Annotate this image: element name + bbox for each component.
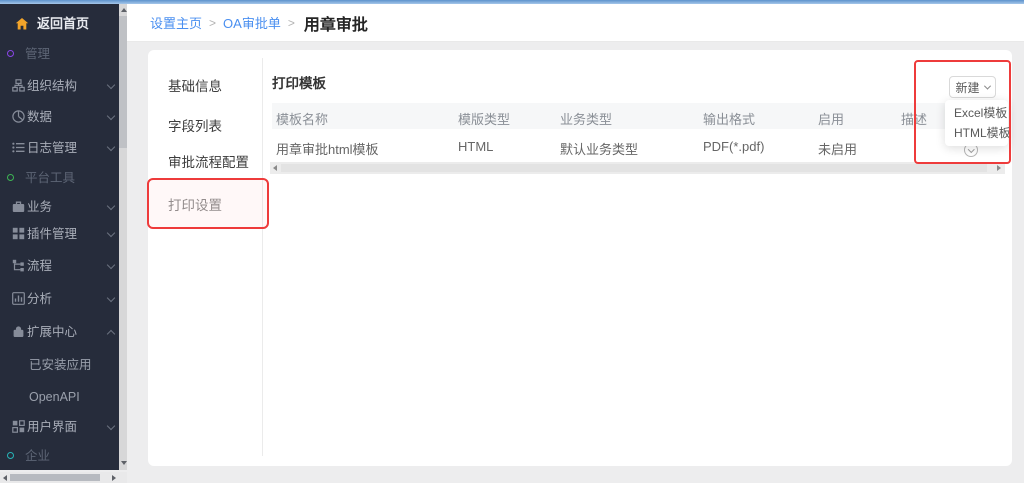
chart-icon bbox=[12, 292, 25, 305]
ring-teal-icon bbox=[7, 452, 14, 459]
sidebar-item-label: 日志管理 bbox=[27, 140, 77, 156]
breadcrumb-separator: > bbox=[288, 16, 295, 30]
sidebar-vertical-scrollbar-thumb[interactable] bbox=[119, 16, 127, 148]
chevron-down-icon bbox=[107, 261, 115, 269]
sidebar-item-label: 管理 bbox=[25, 46, 50, 62]
chevron-down-icon bbox=[983, 82, 990, 89]
col-header-template-type: 模版类型 bbox=[458, 109, 510, 128]
tab-approval-flow[interactable]: 审批流程配置 bbox=[168, 155, 249, 171]
breadcrumb-separator: > bbox=[209, 16, 216, 30]
chevron-down-icon bbox=[107, 143, 115, 151]
flow-icon bbox=[12, 259, 25, 272]
chevron-up-icon bbox=[107, 330, 115, 338]
sidebar-item-shuju[interactable]: 数据 bbox=[0, 109, 119, 125]
tab-basic-info[interactable]: 基础信息 bbox=[168, 79, 222, 95]
sidebar-item-openapi[interactable]: OpenAPI bbox=[0, 389, 119, 405]
sidebar-item-liucheng[interactable]: 流程 bbox=[0, 258, 119, 274]
sidebar-back-home[interactable]: 返回首页 bbox=[0, 16, 119, 32]
home-icon bbox=[15, 17, 29, 31]
sidebar-item-yonghujiemian[interactable]: 用户界面 bbox=[0, 419, 119, 435]
sidebar-item-installed-apps[interactable]: 已安装应用 bbox=[0, 357, 119, 373]
tab-print-settings[interactable]: 打印设置 bbox=[168, 198, 222, 214]
new-button[interactable]: 新建 bbox=[949, 76, 996, 98]
sidebar-item-fenxi[interactable]: 分析 bbox=[0, 291, 119, 307]
chevron-down-icon bbox=[107, 294, 115, 302]
new-dropdown-menu: Excel模板 HTML模板 bbox=[945, 100, 1008, 146]
sidebar-item-chajianguanli[interactable]: 插件管理 bbox=[0, 226, 119, 242]
sidebar-item-label: OpenAPI bbox=[29, 389, 80, 405]
chevron-down-icon bbox=[968, 146, 974, 152]
sidebar-item-zuzhijiegou[interactable]: 组织结构 bbox=[0, 78, 119, 94]
sidebar: 返回首页 管理 组织结构 数据 日志管理 平台工具 bbox=[0, 4, 119, 470]
new-button-label: 新建 bbox=[955, 79, 979, 96]
sidebar-item-label: 业务 bbox=[27, 199, 52, 215]
grid-icon bbox=[12, 227, 25, 240]
ui-grid-icon bbox=[12, 420, 25, 433]
table-scroll-left-arrow[interactable] bbox=[273, 165, 277, 171]
col-header-template-name: 模板名称 bbox=[276, 109, 328, 128]
col-header-output-format: 输出格式 bbox=[703, 109, 755, 128]
table-header-row bbox=[272, 103, 1005, 129]
extension-icon bbox=[12, 325, 25, 338]
ring-green-icon bbox=[7, 174, 14, 181]
cell-enabled: 未启用 bbox=[818, 139, 857, 158]
page-title: 用章审批 bbox=[304, 11, 368, 35]
cell-template-type: HTML bbox=[458, 139, 493, 154]
sidebar-item-label: 组织结构 bbox=[27, 78, 77, 94]
briefcase-icon bbox=[12, 200, 25, 213]
cell-template-name: 用章审批html模板 bbox=[276, 139, 379, 158]
sidebar-item-label: 用户界面 bbox=[27, 419, 77, 435]
sidebar-item-label: 平台工具 bbox=[25, 170, 75, 186]
sidebar-item-label: 企业 bbox=[25, 448, 50, 464]
chevron-down-icon bbox=[107, 229, 115, 237]
col-header-enabled: 启用 bbox=[818, 109, 844, 128]
menu-item-html-template[interactable]: HTML模板 bbox=[945, 123, 1008, 143]
breadcrumb: 设置主页 > OA审批单 > 用章审批 bbox=[127, 4, 1024, 42]
breadcrumb-link-settings-home[interactable]: 设置主页 bbox=[150, 13, 202, 32]
chevron-down-icon bbox=[107, 112, 115, 120]
menu-item-excel-template[interactable]: Excel模板 bbox=[945, 103, 1008, 123]
sidebar-item-label: 扩展中心 bbox=[27, 324, 77, 340]
sidebar-item-label: 数据 bbox=[27, 109, 52, 125]
sidebar-item-label: 分析 bbox=[27, 291, 52, 307]
sidebar-horizontal-scrollbar-thumb[interactable] bbox=[10, 474, 100, 481]
chevron-down-icon bbox=[107, 202, 115, 210]
sidebar-item-pingtaigongju[interactable]: 平台工具 bbox=[0, 170, 119, 186]
scroll-right-arrow[interactable] bbox=[112, 475, 116, 481]
breadcrumb-link-oa-form[interactable]: OA审批单 bbox=[223, 13, 281, 32]
sidebar-item-rizhiguanli[interactable]: 日志管理 bbox=[0, 140, 119, 156]
subnav-divider bbox=[262, 58, 263, 456]
scroll-down-arrow[interactable] bbox=[121, 461, 127, 465]
table-row[interactable] bbox=[272, 129, 1005, 162]
chevron-down-icon bbox=[107, 422, 115, 430]
sitemap-icon bbox=[12, 79, 25, 92]
table-horizontal-scrollbar-thumb[interactable] bbox=[281, 164, 987, 172]
sidebar-item-label: 插件管理 bbox=[27, 226, 77, 242]
cell-business-type: 默认业务类型 bbox=[560, 139, 638, 158]
ring-purple-icon bbox=[7, 50, 14, 57]
back-home-label: 返回首页 bbox=[37, 16, 89, 32]
scroll-left-arrow[interactable] bbox=[3, 475, 7, 481]
table-scroll-right-arrow[interactable] bbox=[997, 165, 1001, 171]
list-icon bbox=[12, 141, 25, 154]
tab-field-list[interactable]: 字段列表 bbox=[168, 119, 222, 135]
sidebar-item-guanli[interactable]: 管理 bbox=[0, 46, 119, 62]
sidebar-item-qiye[interactable]: 企业 bbox=[0, 448, 119, 464]
pie-clock-icon bbox=[12, 110, 25, 123]
section-title: 打印模板 bbox=[272, 72, 326, 92]
sidebar-item-label: 流程 bbox=[27, 258, 52, 274]
col-header-description: 描述 bbox=[901, 109, 927, 128]
cell-output-format: PDF(*.pdf) bbox=[703, 139, 764, 154]
col-header-business-type: 业务类型 bbox=[560, 109, 612, 128]
sidebar-item-label: 已安装应用 bbox=[29, 357, 92, 373]
chevron-down-icon bbox=[107, 81, 115, 89]
sidebar-item-kuozhanzhongxin[interactable]: 扩展中心 bbox=[0, 324, 119, 340]
sidebar-item-yewu[interactable]: 业务 bbox=[0, 199, 119, 215]
